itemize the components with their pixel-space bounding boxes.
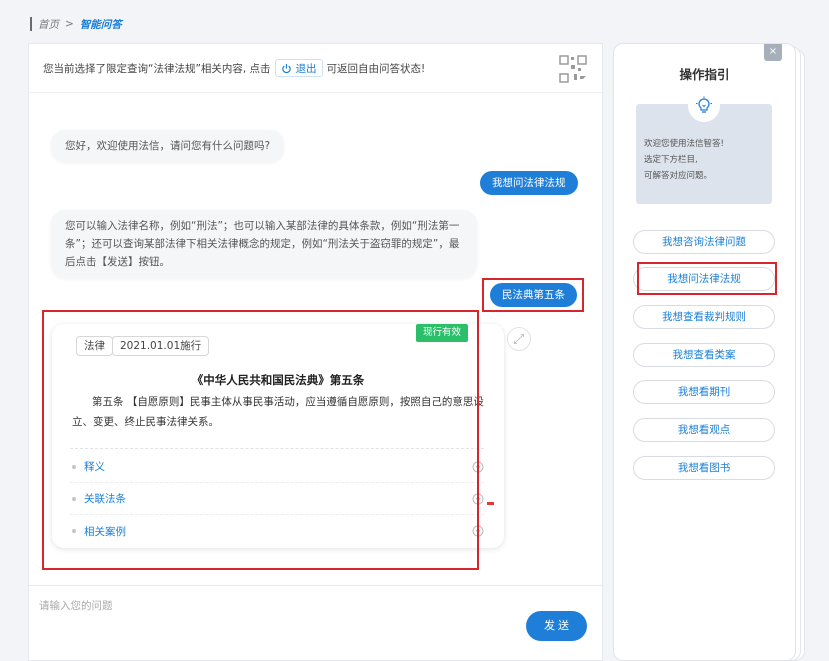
close-icon[interactable]: ×	[764, 44, 782, 61]
qr-code-icon[interactable]	[556, 52, 590, 86]
user-message-bubble: 我想问法律法规	[480, 171, 578, 195]
lightbulb-badge	[688, 90, 720, 122]
bot-instruction-bubble: 您可以输入法律名称，例如“刑法”；也可以输入某部法律的具体条款，例如“刑法第一条…	[51, 210, 477, 278]
tip-line: 欢迎您使用法信智答!	[644, 139, 724, 149]
guide-panel: × 操作指引 欢迎您使用法信智答! 选定下方栏目, 可解答对应问题。 我想咨询法…	[613, 43, 796, 661]
guide-title: 操作指引	[679, 67, 730, 82]
highlight-box-user-message	[482, 278, 584, 312]
tip-line: 可解答对应问题。	[644, 171, 713, 181]
guide-btn-similar-cases[interactable]: 我想查看类案	[633, 343, 775, 367]
mode-notice: 您当前选择了限定查询“法律法规”相关内容, 点击 退出 可返回自由问答状态!	[43, 59, 425, 77]
guide-btn-legal-consult[interactable]: 我想咨询法律问题	[633, 230, 775, 254]
lightbulb-icon	[696, 96, 712, 113]
guide-btn-journals[interactable]: 我想看期刊	[633, 380, 775, 404]
breadcrumb-bar	[30, 17, 32, 31]
guide-btn-judgment-rules[interactable]: 我想查看裁判规则	[633, 305, 775, 329]
expand-icon[interactable]	[507, 327, 531, 351]
question-input[interactable]	[39, 597, 519, 615]
bot-greeting-bubble: 您好，欢迎使用法信，请问您有什么问题吗?	[51, 130, 285, 162]
breadcrumb-separator: >	[65, 18, 74, 30]
guide-btn-books[interactable]: 我想看图书	[633, 456, 775, 480]
highlight-box-guide-laws	[637, 262, 777, 295]
red-mark	[487, 502, 494, 505]
tip-text: 欢迎您使用法信智答! 选定下方栏目, 可解答对应问题。	[644, 136, 766, 184]
highlight-box-law-card	[42, 310, 479, 570]
exit-label: 退出	[295, 62, 317, 75]
notice-text-after: 可返回自由问答状态!	[326, 62, 426, 75]
breadcrumb: 首页 > 智能问答	[30, 15, 122, 33]
notice-divider	[29, 92, 602, 93]
input-divider	[29, 585, 602, 586]
notice-text-before: 您当前选择了限定查询“法律法规”相关内容, 点击	[43, 62, 271, 75]
guide-btn-viewpoints[interactable]: 我想看观点	[633, 418, 775, 442]
power-icon	[281, 63, 291, 73]
exit-button[interactable]: 退出	[274, 59, 323, 77]
breadcrumb-current: 智能问答	[79, 18, 122, 31]
send-button[interactable]: 发送	[526, 611, 587, 641]
tip-box: 欢迎您使用法信智答! 选定下方栏目, 可解答对应问题。	[636, 90, 772, 204]
breadcrumb-home[interactable]: 首页	[38, 17, 59, 32]
tip-line: 选定下方栏目,	[644, 155, 698, 165]
